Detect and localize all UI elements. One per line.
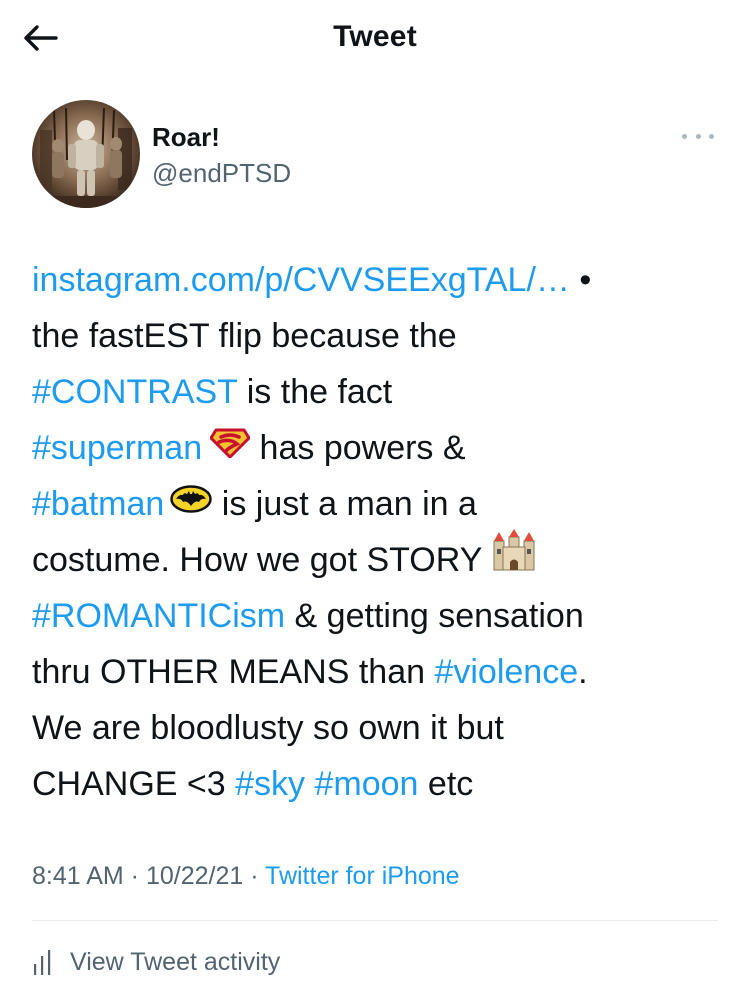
- hashtag-moon[interactable]: #moon: [315, 765, 419, 803]
- tweet-date: 10/22/21: [145, 862, 244, 890]
- tweet-metadata: 8:41 AM · 10/22/21 · Twitter for iPhone: [32, 862, 460, 891]
- divider: [32, 920, 718, 921]
- tweet-line: instagram.com/p/CVVSEExgTAL/… •: [32, 252, 722, 308]
- more-dot: [695, 133, 701, 139]
- tweet-text-segment: has powers &: [250, 429, 466, 467]
- avatar[interactable]: [32, 100, 140, 208]
- tweet-source-link[interactable]: Twitter for iPhone: [265, 862, 460, 890]
- tweet-line: CHANGE <3 #sky #moon etc: [32, 756, 722, 812]
- bullet-separator: •: [569, 261, 592, 299]
- hashtag-violence[interactable]: #violence: [434, 653, 578, 691]
- instagram-link[interactable]: instagram.com/p/CVVSEExgTAL/…: [32, 261, 570, 299]
- castle-emoji: [491, 528, 537, 588]
- batman-emblem-emoji: [170, 475, 213, 531]
- hashtag-superman[interactable]: #superman: [32, 429, 202, 467]
- tweet-line: #ROMANTICism & getting sensation: [32, 588, 722, 644]
- tweet-line: #CONTRAST is the fact: [32, 364, 722, 420]
- tweet-line: costume. How we got STORY: [32, 528, 722, 588]
- tweet-line: We are bloodlusty so own it but: [32, 700, 722, 756]
- tweet-body: instagram.com/p/CVVSEExgTAL/… • the fast…: [32, 252, 722, 812]
- tweet-line: thru OTHER MEANS than #violence.: [32, 644, 722, 700]
- tweet-time: 8:41 AM: [32, 862, 124, 890]
- tweet-line: the fastEST flip because the: [32, 308, 722, 364]
- tweet-text-segment: the fastEST flip because the: [32, 317, 457, 355]
- more-options-button[interactable]: [678, 124, 718, 148]
- meta-separator: ·: [243, 862, 266, 890]
- author-display-name[interactable]: Roar!: [152, 122, 220, 153]
- tweet-line: #superman has powers &: [32, 420, 722, 476]
- superman-emblem-emoji: [209, 419, 251, 475]
- tweet-text-segment: etc: [418, 765, 474, 803]
- hashtag-romanticism[interactable]: #ROMANTICism: [32, 597, 285, 635]
- avatar-photo-armor: [32, 100, 140, 208]
- tweet-text-segment: is the fact: [237, 373, 393, 411]
- hashtag-batman[interactable]: #batman: [32, 485, 164, 523]
- tweet-text-segment: costume. How we got STORY: [32, 541, 492, 579]
- tweet-line: #batman is just a man in a: [32, 476, 722, 532]
- tweet-text-segment: thru OTHER MEANS than: [32, 653, 435, 691]
- view-tweet-activity-label: View Tweet activity: [70, 947, 281, 976]
- tweet-text-segment: & getting sensation: [285, 597, 584, 635]
- tweet-text-segment: is just a man in a: [212, 485, 477, 523]
- tweet-text-segment: .: [578, 653, 588, 691]
- more-dot: [709, 133, 714, 139]
- meta-separator: ·: [123, 862, 146, 890]
- hashtag-sky[interactable]: #sky: [235, 765, 305, 803]
- bar-chart-icon: [34, 950, 51, 975]
- top-bar: Tweet: [0, 0, 750, 76]
- author-handle[interactable]: @endPTSD: [152, 158, 291, 189]
- view-tweet-activity-button[interactable]: View Tweet activity: [32, 940, 280, 984]
- hashtag-contrast[interactable]: #CONTRAST: [32, 373, 237, 411]
- tweet-text-segment: We are bloodlusty so own it but: [32, 709, 504, 747]
- tweet-text-segment: CHANGE <3: [32, 765, 236, 803]
- more-horizontal-icon: [682, 133, 687, 139]
- tweet-author: Roar! @endPTSD: [32, 100, 722, 215]
- page-title: Tweet: [333, 20, 417, 53]
